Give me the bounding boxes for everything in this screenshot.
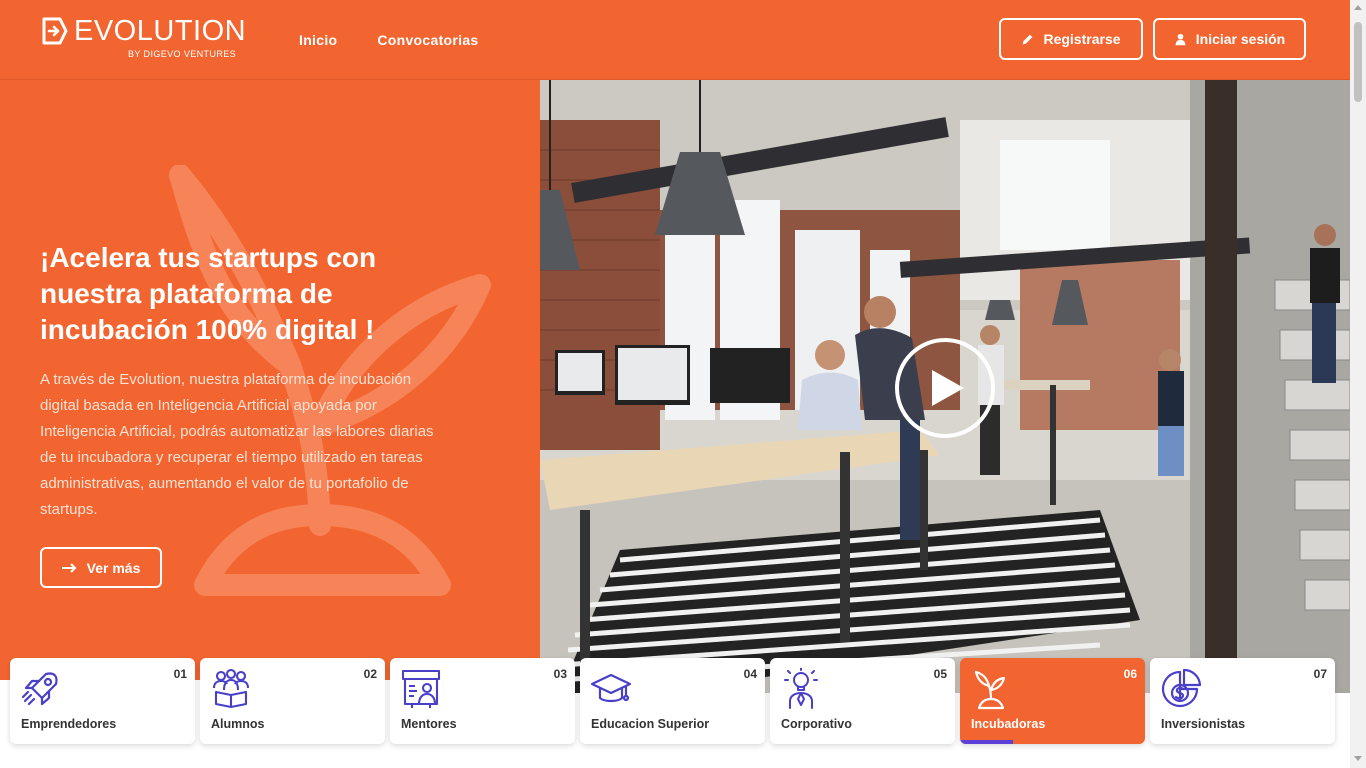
nav-link-convocatorias[interactable]: Convocatorias — [377, 32, 478, 48]
pencil-icon — [1023, 34, 1033, 44]
logo-text: EVOLUTION — [74, 15, 247, 47]
category-label: Inversionistas — [1161, 717, 1246, 731]
top-navbar: EVOLUTION BY DIGEVO VENTURES Inicio Conv… — [0, 0, 1350, 80]
scroll-thumb[interactable] — [1354, 22, 1362, 102]
logo-mark-icon — [42, 17, 68, 45]
category-card-incubadoras[interactable]: 06 Incubadoras — [960, 658, 1145, 744]
hero-office-photo — [540, 80, 1350, 693]
nav-link-inicio[interactable]: Inicio — [299, 32, 337, 48]
login-button-label: Iniciar sesión — [1195, 31, 1286, 47]
play-video-button[interactable] — [895, 338, 995, 438]
page-scrollbar[interactable] — [1350, 0, 1366, 768]
graduation-cap-icon — [590, 673, 632, 703]
main-nav: Inicio Convocatorias — [299, 32, 479, 48]
category-label: Alumnos — [211, 717, 265, 731]
category-label: Mentores — [401, 717, 457, 731]
lightbulb-person-icon — [784, 668, 818, 709]
category-card-alumnos[interactable]: 02 Alumnos — [200, 658, 385, 744]
category-card-educacion-superior[interactable]: 04 Educacion Superior — [580, 658, 765, 744]
category-label: Educacion Superior — [591, 717, 710, 731]
category-card-corporativo[interactable]: 05 Corporativo — [770, 658, 955, 744]
evolution-logo[interactable]: EVOLUTION BY DIGEVO VENTURES — [40, 16, 246, 59]
category-label: Corporativo — [781, 717, 852, 731]
register-button[interactable]: Registrarse — [999, 18, 1143, 60]
user-icon — [1175, 33, 1186, 45]
hero-title: ¡Acelera tus startups con nuestra plataf… — [40, 242, 377, 345]
category-label: Emprendedores — [21, 717, 117, 731]
login-button[interactable]: Iniciar sesión — [1153, 18, 1306, 60]
category-number: 07 — [1313, 667, 1327, 681]
category-label: Incubadoras — [971, 717, 1046, 731]
category-number: 05 — [933, 667, 947, 681]
category-card-mentores[interactable]: 03 Mentores — [390, 658, 575, 744]
category-number: 04 — [743, 667, 757, 681]
scroll-up-arrow-icon[interactable] — [1354, 5, 1362, 10]
category-number: 01 — [173, 667, 187, 681]
register-button-label: Registrarse — [1043, 31, 1121, 47]
active-indicator — [960, 740, 1013, 744]
ver-mas-button[interactable]: Ver más — [40, 547, 162, 588]
category-number: 03 — [553, 667, 567, 681]
hero-description: A través de Evolution, nuestra plataform… — [40, 371, 434, 518]
category-number: 02 — [363, 667, 377, 681]
category-cards: 01 Emprendedores 02 Alumnos 03 Mentores … — [10, 658, 1340, 746]
arrow-right-icon — [61, 562, 77, 573]
rocket-icon — [21, 672, 58, 706]
category-number: 06 — [1123, 667, 1137, 681]
scroll-down-arrow-icon[interactable] — [1354, 756, 1362, 761]
coin-chart-icon — [1161, 668, 1202, 708]
hero-panel: ¡Acelera tus startups con nuestra plataf… — [0, 80, 540, 680]
category-card-inversionistas[interactable]: 07 Inversionistas — [1150, 658, 1335, 744]
sprout-icon — [974, 670, 1006, 710]
mentor-board-icon — [401, 669, 441, 708]
ver-mas-label: Ver más — [86, 559, 141, 576]
category-card-emprendedores[interactable]: 01 Emprendedores — [10, 658, 195, 744]
students-icon — [212, 668, 250, 709]
logo-subtitle: BY DIGEVO VENTURES — [128, 49, 237, 59]
play-icon — [932, 370, 964, 406]
page: EVOLUTION BY DIGEVO VENTURES Inicio Conv… — [0, 0, 1366, 768]
